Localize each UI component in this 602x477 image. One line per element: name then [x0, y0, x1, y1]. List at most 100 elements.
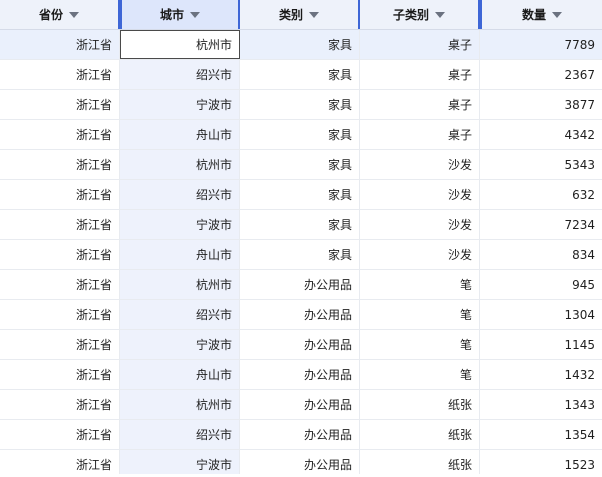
caret-down-icon[interactable] — [190, 11, 200, 18]
subcategory-cell[interactable]: 纸张 — [360, 450, 480, 474]
quantity-cell[interactable]: 1343 — [480, 390, 602, 419]
quantity-cell[interactable]: 834 — [480, 240, 602, 269]
table-row[interactable]: 浙江省 舟山市 办公用品笔 1432 — [0, 360, 602, 390]
table-row[interactable]: 浙江省 宁波市 家具 桌子 3877 — [0, 90, 602, 120]
city-cell[interactable]: 宁波市 — [120, 330, 240, 359]
province-cell[interactable]: 浙江省 — [0, 330, 120, 359]
city-cell[interactable]: 宁波市 — [120, 90, 240, 119]
province-cell[interactable]: 浙江省 — [0, 210, 120, 239]
subcategory-cell[interactable]: 沙发 — [360, 180, 480, 209]
quantity-cell[interactable]: 1432 — [480, 360, 602, 389]
subcategory-cell[interactable]: 桌子 — [360, 60, 480, 89]
quantity-cell[interactable]: 1523 — [480, 450, 602, 474]
subcategory-cell[interactable]: 笔 — [360, 300, 480, 329]
table-row[interactable]: 浙江省 绍兴市 家具 沙发 632 — [0, 180, 602, 210]
table-row[interactable]: 浙江省 绍兴市 办公用品 纸张 1354 — [0, 420, 602, 450]
province-cell[interactable]: 浙江省 — [0, 90, 120, 119]
province-cell[interactable]: 浙江省 — [0, 270, 120, 299]
category-cell[interactable]: 家具 — [240, 210, 360, 239]
column-header-category[interactable]: 类别 — [240, 0, 360, 29]
quantity-cell[interactable]: 1145 — [480, 330, 602, 359]
quantity-cell[interactable]: 3877 — [480, 90, 602, 119]
quantity-cell[interactable]: 7234 — [480, 210, 602, 239]
quantity-cell[interactable]: 945 — [480, 270, 602, 299]
table-row[interactable]: 浙江省 杭州市 办公用品 纸张 1343 — [0, 390, 602, 420]
city-cell[interactable]: 绍兴市 — [120, 180, 240, 209]
province-cell[interactable]: 浙江省 — [0, 150, 120, 179]
category-cell[interactable]: 家具 — [240, 120, 360, 149]
category-cell[interactable]: 办公用品 — [240, 270, 360, 299]
quantity-cell[interactable]: 1304 — [480, 300, 602, 329]
subcategory-cell[interactable]: 纸张 — [360, 390, 480, 419]
city-cell[interactable]: 舟山市 — [120, 240, 240, 269]
table-row[interactable]: 浙江省 杭州市 办公用品笔 945 — [0, 270, 602, 300]
category-cell[interactable]: 家具 — [240, 180, 360, 209]
category-cell[interactable]: 办公用品 — [240, 450, 360, 474]
subcategory-cell[interactable]: 笔 — [360, 360, 480, 389]
city-cell[interactable]: 杭州市 — [120, 150, 240, 179]
category-cell[interactable]: 办公用品 — [240, 390, 360, 419]
caret-down-icon[interactable] — [552, 11, 562, 18]
quantity-cell[interactable]: 632 — [480, 180, 602, 209]
caret-down-icon[interactable] — [435, 11, 445, 18]
province-cell[interactable]: 浙江省 — [0, 300, 120, 329]
province-cell[interactable]: 浙江省 — [0, 450, 120, 474]
category-cell[interactable]: 家具 — [240, 90, 360, 119]
table-row[interactable]: 浙江省 舟山市 家具 沙发 834 — [0, 240, 602, 270]
column-header-subcategory[interactable]: 子类别 — [360, 0, 480, 29]
caret-down-icon[interactable] — [309, 11, 319, 18]
quantity-cell[interactable]: 7789 — [480, 30, 602, 59]
category-cell[interactable]: 家具 — [240, 150, 360, 179]
subcategory-cell[interactable]: 沙发 — [360, 150, 480, 179]
city-cell[interactable]: 杭州市 — [120, 390, 240, 419]
city-cell[interactable]: 绍兴市 — [120, 300, 240, 329]
province-cell[interactable]: 浙江省 — [0, 390, 120, 419]
table-row[interactable]: 浙江省 宁波市 办公用品 纸张 1523 — [0, 450, 602, 474]
city-cell[interactable]: 绍兴市 — [120, 60, 240, 89]
category-cell[interactable]: 办公用品 — [240, 300, 360, 329]
province-cell[interactable]: 浙江省 — [0, 180, 120, 209]
subcategory-cell[interactable]: 笔 — [360, 270, 480, 299]
subcategory-cell[interactable]: 纸张 — [360, 420, 480, 449]
column-header-province[interactable]: 省份 — [0, 0, 120, 29]
quantity-cell[interactable]: 2367 — [480, 60, 602, 89]
province-cell[interactable]: 浙江省 — [0, 420, 120, 449]
city-cell[interactable]: 绍兴市 — [120, 420, 240, 449]
column-header-city[interactable]: 城市 — [120, 0, 240, 29]
city-cell[interactable]: 宁波市 — [120, 210, 240, 239]
category-cell[interactable]: 办公用品 — [240, 360, 360, 389]
subcategory-cell[interactable]: 桌子 — [360, 120, 480, 149]
subcategory-cell[interactable]: 笔 — [360, 330, 480, 359]
category-cell[interactable]: 家具 — [240, 60, 360, 89]
table-row[interactable]: 浙江省 宁波市 办公用品笔 1145 — [0, 330, 602, 360]
table-row[interactable]: 浙江省 舟山市 家具 桌子 4342 — [0, 120, 602, 150]
category-cell[interactable]: 家具 — [240, 30, 360, 59]
table-row[interactable]: 浙江省 绍兴市 家具 桌子 2367 — [0, 60, 602, 90]
table-row[interactable]: 浙江省 杭州市 家具 沙发 5343 — [0, 150, 602, 180]
category-cell[interactable]: 家具 — [240, 240, 360, 269]
quantity-cell[interactable]: 4342 — [480, 120, 602, 149]
quantity-cell[interactable]: 5343 — [480, 150, 602, 179]
province-cell[interactable]: 浙江省 — [0, 360, 120, 389]
table-row[interactable]: 浙江省 杭州市 家具 桌子 7789 — [0, 30, 602, 60]
province-cell[interactable]: 浙江省 — [0, 30, 120, 59]
city-cell[interactable]: 杭州市 — [120, 30, 240, 59]
subcategory-cell[interactable]: 沙发 — [360, 210, 480, 239]
city-cell[interactable]: 舟山市 — [120, 120, 240, 149]
quantity-cell[interactable]: 1354 — [480, 420, 602, 449]
subcategory-cell[interactable]: 沙发 — [360, 240, 480, 269]
column-header-quantity[interactable]: 数量 — [480, 0, 602, 29]
province-cell[interactable]: 浙江省 — [0, 60, 120, 89]
category-cell[interactable]: 办公用品 — [240, 330, 360, 359]
table-row[interactable]: 浙江省 宁波市 家具 沙发 7234 — [0, 210, 602, 240]
province-cell[interactable]: 浙江省 — [0, 120, 120, 149]
city-cell[interactable]: 杭州市 — [120, 270, 240, 299]
caret-down-icon[interactable] — [69, 11, 79, 18]
table-row[interactable]: 浙江省 绍兴市 办公用品笔 1304 — [0, 300, 602, 330]
city-cell[interactable]: 舟山市 — [120, 360, 240, 389]
province-cell[interactable]: 浙江省 — [0, 240, 120, 269]
category-cell[interactable]: 办公用品 — [240, 420, 360, 449]
subcategory-cell[interactable]: 桌子 — [360, 30, 480, 59]
subcategory-cell[interactable]: 桌子 — [360, 90, 480, 119]
city-cell[interactable]: 宁波市 — [120, 450, 240, 474]
